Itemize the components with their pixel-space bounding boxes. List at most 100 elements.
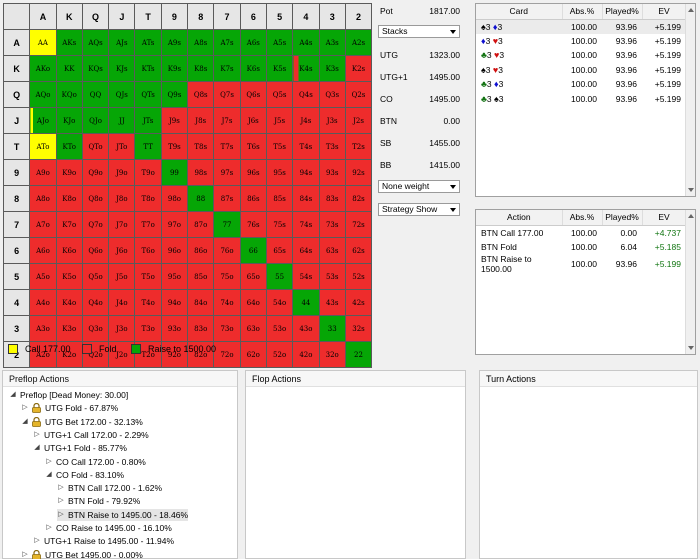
hand-cell[interactable]: AKs [55, 29, 83, 56]
hand-cell[interactable]: Q4o [81, 289, 110, 316]
hand-cell[interactable]: 43s [318, 289, 346, 316]
hand-cell[interactable]: A4s [292, 29, 320, 56]
hand-cell[interactable]: A3s [318, 29, 346, 56]
hand-cell[interactable]: T5o [134, 263, 162, 290]
scroll-up-icon[interactable] [688, 8, 694, 12]
collapse-arrow-icon[interactable]: ◢ [21, 416, 29, 428]
hand-cell[interactable]: Q9o [81, 159, 110, 186]
hand-cell[interactable]: JTo [108, 133, 136, 160]
hand-cell[interactable]: T3o [134, 315, 162, 342]
col-header-played[interactable]: Played% [602, 4, 643, 20]
hand-cell[interactable]: T7s [213, 133, 241, 160]
hand-cell[interactable]: A7s [213, 29, 241, 56]
hand-cell[interactable]: J7s [213, 107, 241, 134]
hand-cell[interactable]: Q6s [239, 81, 267, 108]
hand-cell[interactable]: 64o [239, 289, 267, 316]
expand-arrow-icon[interactable]: ▷ [33, 429, 41, 441]
tree-node[interactable]: ▷ UTG+1 Raise to 1495.00 - 11.94% [33, 535, 174, 547]
hand-cell[interactable]: Q7o [81, 211, 110, 238]
hand-cell[interactable]: 44 [292, 289, 320, 316]
hand-cell[interactable]: Q3o [81, 315, 110, 342]
expand-arrow-icon[interactable]: ▷ [57, 509, 65, 521]
hand-cell[interactable]: K9o [55, 159, 83, 186]
hand-cell[interactable]: K8s [187, 55, 215, 82]
hand-cell[interactable]: J5o [108, 263, 136, 290]
col-header-abs[interactable]: Abs.% [562, 4, 603, 20]
hand-cell[interactable]: A7o [29, 211, 57, 238]
scroll-up-icon[interactable] [688, 214, 694, 218]
table-row[interactable]: ♠3 ♥3 100.00 93.96 +5.199 [476, 63, 686, 78]
hand-cell[interactable]: 33 [318, 315, 346, 342]
hand-cell[interactable]: A2s [344, 29, 373, 56]
hand-cell[interactable]: 96o [160, 237, 189, 264]
hand-cell[interactable]: 74s [292, 211, 320, 238]
lock-icon[interactable] [32, 549, 41, 559]
col-header-ev[interactable]: EV [642, 4, 687, 20]
hand-cell[interactable]: J6o [108, 237, 136, 264]
hand-cell[interactable]: T5s [265, 133, 294, 160]
tree-node[interactable]: ◢ CO Fold - 83.10% [45, 469, 124, 481]
hand-cell[interactable]: K7o [55, 211, 83, 238]
expand-arrow-icon[interactable]: ▷ [33, 535, 41, 547]
hand-cell[interactable]: A9o [29, 159, 57, 186]
hand-cell[interactable]: T8o [134, 185, 162, 212]
table-row[interactable]: ♣3 ♥3 100.00 93.96 +5.199 [476, 48, 686, 63]
collapse-arrow-icon[interactable]: ◢ [45, 469, 53, 481]
hand-cell[interactable]: J4s [292, 107, 320, 134]
hand-cell[interactable]: AKo [29, 55, 57, 82]
hand-cell[interactable]: K2s [344, 55, 373, 82]
table-row[interactable]: ♣3 ♠3 100.00 93.96 +5.199 [476, 92, 686, 107]
hand-cell[interactable]: K8o [55, 185, 83, 212]
hand-cell[interactable]: AQs [81, 29, 110, 56]
hand-cell[interactable]: 73o [213, 315, 241, 342]
col-header-abs[interactable]: Abs.% [562, 210, 603, 226]
hand-cell[interactable]: Q8s [187, 81, 215, 108]
col-header-card[interactable]: Card [476, 4, 563, 20]
hand-cell[interactable]: J5s [265, 107, 294, 134]
hand-cell[interactable]: Q2s [344, 81, 373, 108]
hand-cell[interactable]: KTo [55, 133, 83, 160]
hand-cell[interactable]: A9s [160, 29, 189, 56]
scroll-down-icon[interactable] [688, 188, 694, 192]
hand-cell[interactable]: 42s [344, 289, 373, 316]
hand-cell[interactable]: T3s [318, 133, 346, 160]
hand-cell[interactable]: J6s [239, 107, 267, 134]
tree-node[interactable]: ▷ BTN Fold - 79.92% [57, 495, 140, 507]
hand-cell[interactable]: J3s [318, 107, 346, 134]
hand-cell[interactable]: 94s [292, 159, 320, 186]
tree-node[interactable]: ◢ UTG Bet 172.00 - 32.13% [21, 416, 143, 428]
hand-cell[interactable]: ATs [134, 29, 162, 56]
hand-cell[interactable]: 72o [213, 341, 241, 368]
table-row[interactable]: ♣3 ♦3 100.00 93.96 +5.199 [476, 77, 686, 92]
hand-cell[interactable]: J7o [108, 211, 136, 238]
col-header-ev[interactable]: EV [642, 210, 687, 226]
hand-cell[interactable]: T4s [292, 133, 320, 160]
hand-cell[interactable]: Q5o [81, 263, 110, 290]
strategy-select[interactable]: Strategy Show [378, 203, 460, 216]
hand-cell[interactable]: 98s [187, 159, 215, 186]
hand-cell[interactable]: J9s [160, 107, 189, 134]
hand-cell[interactable]: AJs [108, 29, 136, 56]
hand-cell[interactable]: 53o [265, 315, 294, 342]
hand-cell[interactable]: T9s [160, 133, 189, 160]
hand-cell[interactable]: KQs [81, 55, 110, 82]
hand-cell[interactable]: 63s [318, 237, 346, 264]
table-row[interactable]: BTN Raise to 1500.00 100.00 93.96 +5.199 [476, 254, 686, 274]
col-header-played[interactable]: Played% [602, 210, 643, 226]
hand-cell[interactable]: 55 [265, 263, 294, 290]
expand-arrow-icon[interactable]: ▷ [45, 456, 53, 468]
hand-cell[interactable]: 77 [213, 211, 241, 238]
tree-node[interactable]: ▷ BTN Call 172.00 - 1.62% [57, 482, 162, 494]
hand-cell[interactable]: 96s [239, 159, 267, 186]
hand-cell[interactable]: 93o [160, 315, 189, 342]
hand-cell[interactable]: 98o [160, 185, 189, 212]
hand-cell[interactable]: K5o [55, 263, 83, 290]
hand-cell[interactable]: J8s [187, 107, 215, 134]
hand-cell[interactable]: K5s [265, 55, 294, 82]
hand-cell[interactable]: 86s [239, 185, 267, 212]
hand-cell[interactable]: KQo [55, 81, 83, 108]
hand-cell[interactable]: 99 [160, 159, 189, 186]
hand-cell[interactable]: 88 [187, 185, 215, 212]
hand-cell[interactable]: 85s [265, 185, 294, 212]
tree-node[interactable]: ▷ UTG+1 Call 172.00 - 2.29% [33, 429, 148, 441]
